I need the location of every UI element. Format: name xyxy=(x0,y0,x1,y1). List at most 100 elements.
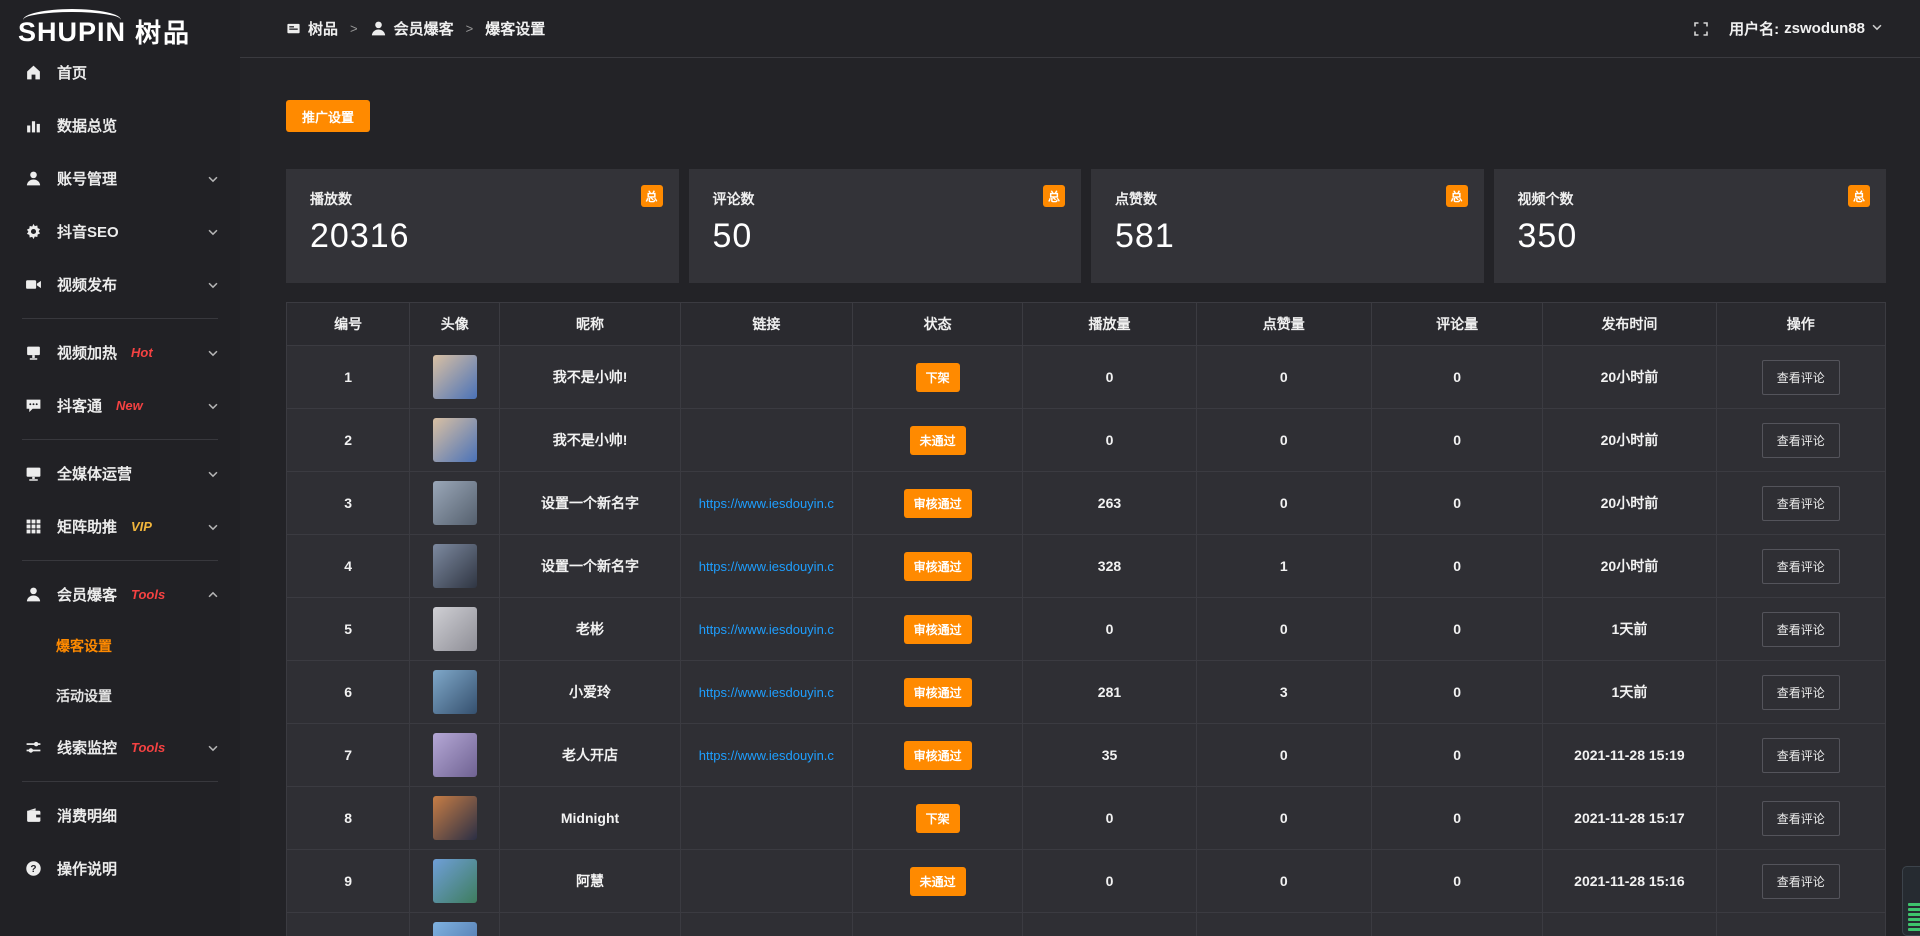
plays-cell: 0 xyxy=(1023,346,1196,409)
stat-value: 350 xyxy=(1518,217,1863,256)
likes-cell: 0 xyxy=(1196,724,1371,787)
video-link[interactable]: https://www.iesdouyin.c xyxy=(699,559,834,574)
avatar-cell xyxy=(410,598,500,661)
video-link[interactable]: https://www.iesdouyin.c xyxy=(699,622,834,637)
actions-cell: 查看评论 xyxy=(1716,724,1885,787)
table-row: 6小爱玲https://www.iesdouyin.c审核通过281301天前查… xyxy=(287,661,1886,724)
widget-bar xyxy=(1908,913,1920,916)
link-cell xyxy=(680,850,852,913)
logo-arc xyxy=(23,9,121,20)
sidebar-item-4[interactable]: 视频发布 xyxy=(0,258,240,311)
likes-cell xyxy=(1196,913,1371,936)
view-comments-button[interactable]: 查看评论 xyxy=(1762,360,1840,395)
actions-cell: 查看评论 xyxy=(1716,787,1885,850)
sidebar-item-label: 操作说明 xyxy=(57,858,117,879)
status-cell: 审核通过 xyxy=(853,661,1023,724)
video-link[interactable]: https://www.iesdouyin.c xyxy=(699,685,834,700)
comments-cell: 0 xyxy=(1371,535,1542,598)
row-number-cell xyxy=(287,913,410,936)
breadcrumb-label: 爆客设置 xyxy=(485,18,545,39)
nickname-cell: 小爱玲 xyxy=(500,661,680,724)
nickname-cell: 老人开店 xyxy=(500,724,680,787)
view-comments-button[interactable]: 查看评论 xyxy=(1762,801,1840,836)
sidebar-item-tag: VIP xyxy=(131,519,152,534)
breadcrumb-item-1[interactable]: 会员爆客 xyxy=(370,18,454,39)
link-cell: https://www.iesdouyin.c xyxy=(680,535,852,598)
breadcrumb: 树品>会员爆客>爆客设置 xyxy=(286,18,545,39)
avatar xyxy=(433,859,477,903)
view-comments-button[interactable]: 查看评论 xyxy=(1762,675,1840,710)
videos-table: 编号头像昵称链接状态播放量点赞量评论量发布时间操作 1我不是小帅!下架00020… xyxy=(286,302,1886,936)
sidebar-item-18[interactable]: ? 操作说明 xyxy=(0,842,240,895)
view-comments-button[interactable]: 查看评论 xyxy=(1762,612,1840,647)
avatar xyxy=(433,922,477,936)
sidebar-item-7[interactable]: 抖客通New xyxy=(0,379,240,432)
status-cell: 审核通过 xyxy=(853,598,1023,661)
avatar-cell xyxy=(410,661,500,724)
promotion-settings-button[interactable]: 推广设置 xyxy=(286,100,370,132)
plays-cell xyxy=(1023,913,1196,936)
user-icon xyxy=(25,586,44,603)
likes-cell: 0 xyxy=(1196,787,1371,850)
sidebar-item-0[interactable]: 首页 xyxy=(0,46,240,99)
sidebar-item-9[interactable]: 全媒体运营 xyxy=(0,447,240,500)
video-link[interactable]: https://www.iesdouyin.c xyxy=(699,496,834,511)
sidebar-item-10[interactable]: 矩阵助推VIP xyxy=(0,500,240,553)
stat-card-1: 评论数总50 xyxy=(689,169,1082,283)
stat-card-3: 视频个数总350 xyxy=(1494,169,1887,283)
avatar xyxy=(433,670,477,714)
svg-text:?: ? xyxy=(30,864,36,875)
status-cell: 审核通过 xyxy=(853,472,1023,535)
sidebar-subitem-14[interactable]: 活动设置 xyxy=(0,671,240,721)
sidebar-item-17[interactable]: 消费明细 xyxy=(0,789,240,842)
publish-time-cell: 2021-11-28 15:17 xyxy=(1543,787,1716,850)
sidebar-item-1[interactable]: 数据总览 xyxy=(0,99,240,152)
stat-card-0: 播放数总20316 xyxy=(286,169,679,283)
question-icon: ? xyxy=(25,860,44,877)
user-menu[interactable]: 用户名: zswodun88 xyxy=(1729,18,1884,39)
nickname-cell: 阿慧 xyxy=(500,850,680,913)
logo-brand-en: SHUPIN xyxy=(18,19,126,46)
sidebar-item-15[interactable]: 线索监控Tools xyxy=(0,721,240,774)
grid-icon xyxy=(25,518,44,535)
monitor-icon xyxy=(25,465,44,482)
view-comments-button[interactable]: 查看评论 xyxy=(1762,486,1840,521)
likes-cell: 0 xyxy=(1196,346,1371,409)
sidebar-item-6[interactable]: 视频加热Hot xyxy=(0,326,240,379)
fullscreen-icon[interactable] xyxy=(1693,21,1709,37)
chevron-down-icon xyxy=(206,520,220,534)
sidebar-item-label: 线索监控 xyxy=(57,737,117,758)
sidebar-subitem-13[interactable]: 爆客设置 xyxy=(0,621,240,671)
breadcrumb-label: 会员爆客 xyxy=(394,18,454,39)
chevron-down-icon xyxy=(206,741,220,755)
sidebar-item-2[interactable]: 账号管理 xyxy=(0,152,240,205)
column-header: 操作 xyxy=(1716,303,1885,346)
video-link[interactable]: https://www.iesdouyin.c xyxy=(699,748,834,763)
sidebar-item-3[interactable]: 抖音SEO xyxy=(0,205,240,258)
view-comments-button[interactable]: 查看评论 xyxy=(1762,738,1840,773)
main-content: 推广设置 播放数总20316评论数总50点赞数总581视频个数总350 编号头像… xyxy=(240,58,1920,936)
total-badge: 总 xyxy=(1043,185,1065,207)
plays-cell: 0 xyxy=(1023,409,1196,472)
row-number-cell: 1 xyxy=(287,346,410,409)
view-comments-button[interactable]: 查看评论 xyxy=(1762,864,1840,899)
breadcrumb-item-0[interactable]: 树品 xyxy=(286,18,338,39)
comments-cell: 0 xyxy=(1371,661,1542,724)
avatar xyxy=(433,544,477,588)
total-badge: 总 xyxy=(1848,185,1870,207)
widget-bar xyxy=(1908,908,1920,911)
floating-widget[interactable] xyxy=(1902,866,1920,936)
status-badge: 下架 xyxy=(916,363,960,392)
sidebar-item-12[interactable]: 会员爆客Tools xyxy=(0,568,240,621)
column-header: 昵称 xyxy=(500,303,680,346)
publish-time-cell: 1天前 xyxy=(1543,661,1716,724)
view-comments-button[interactable]: 查看评论 xyxy=(1762,549,1840,584)
publish-time-cell xyxy=(1543,913,1716,936)
breadcrumb-item-2[interactable]: 爆客设置 xyxy=(485,18,545,39)
comments-cell: 0 xyxy=(1371,409,1542,472)
view-comments-button[interactable]: 查看评论 xyxy=(1762,423,1840,458)
avatar-cell xyxy=(410,913,500,936)
row-number-cell: 7 xyxy=(287,724,410,787)
app-logo[interactable]: SHUPIN 树品 xyxy=(0,0,240,46)
column-header: 链接 xyxy=(680,303,852,346)
